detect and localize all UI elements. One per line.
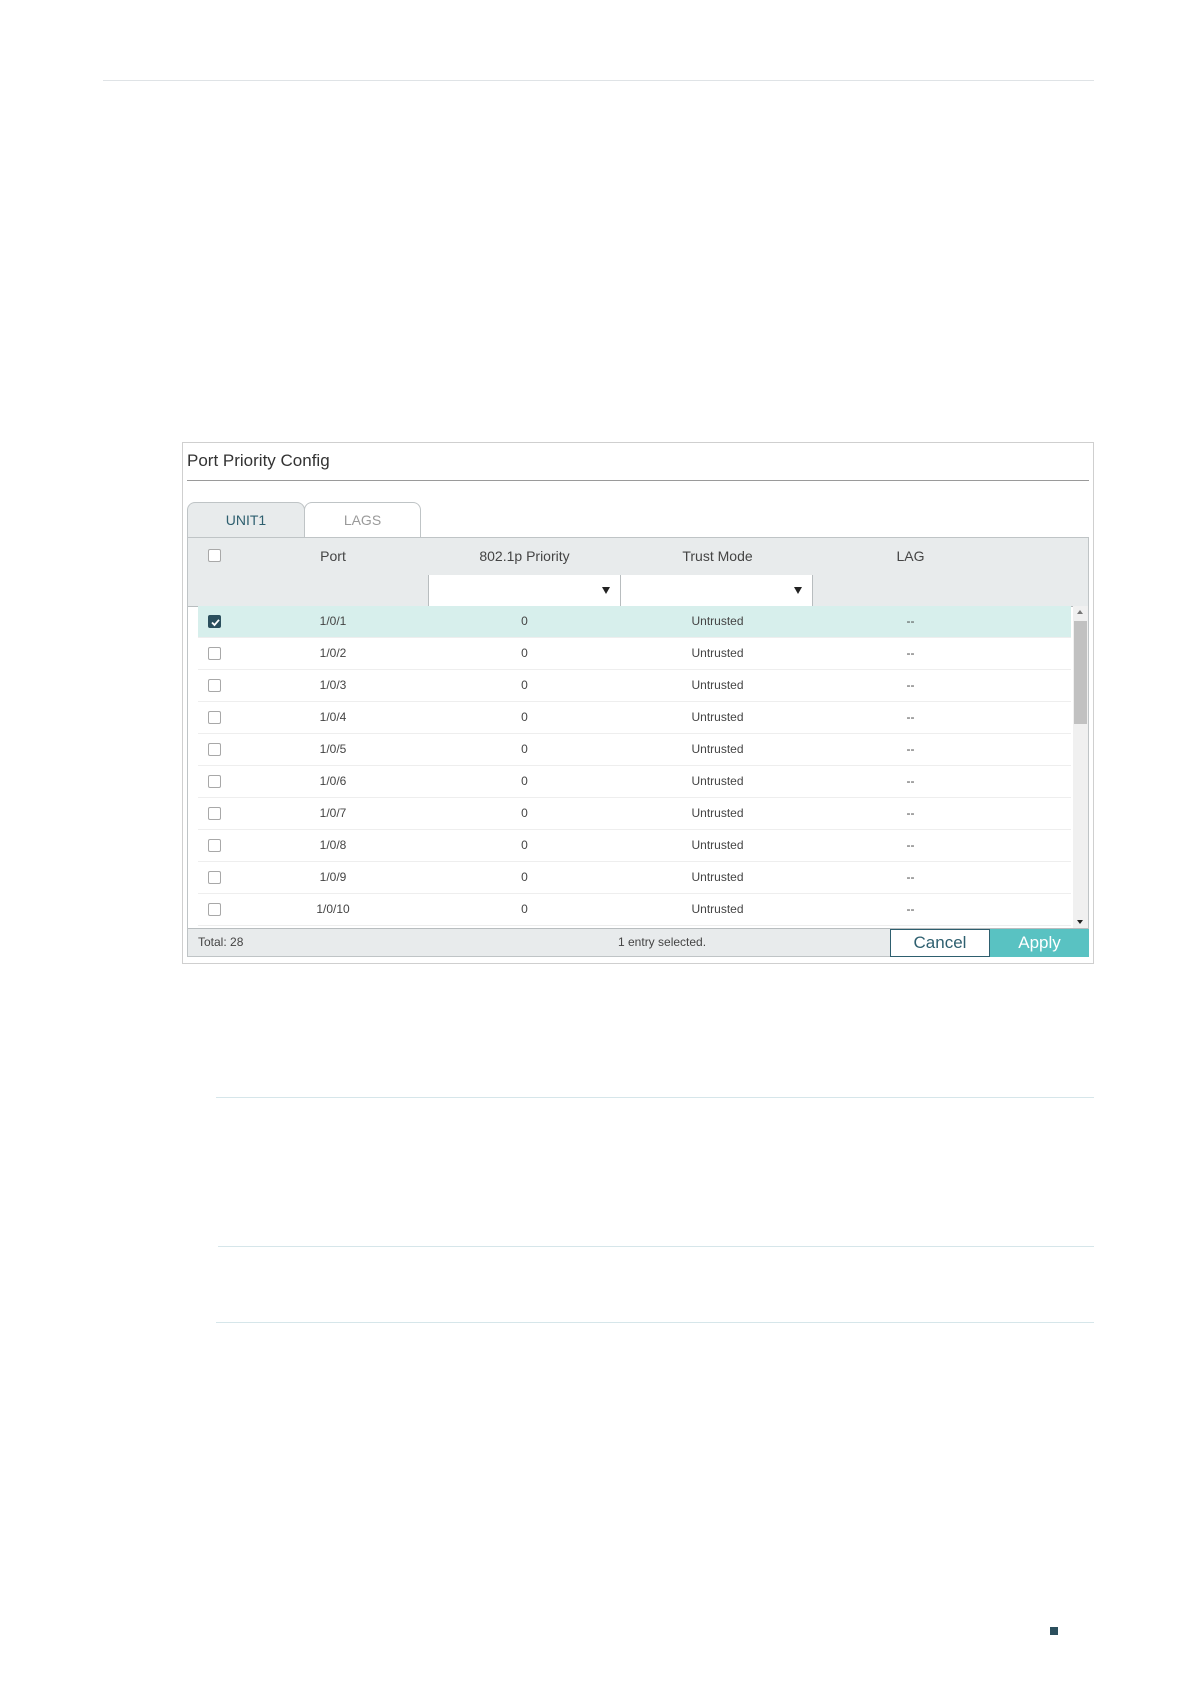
cell-priority: 0 xyxy=(521,646,528,660)
select-all-checkbox[interactable] xyxy=(208,549,221,562)
cell-trust-mode: Untrusted xyxy=(691,710,744,724)
page-header-rule xyxy=(103,80,1094,81)
row-checkbox[interactable] xyxy=(208,647,221,660)
table-row[interactable]: 1/0/7 0 Untrusted -- xyxy=(198,798,1071,830)
cell-trust-mode: Untrusted xyxy=(691,806,744,820)
row-checkbox[interactable] xyxy=(208,839,221,852)
cell-lag: -- xyxy=(906,870,915,884)
cell-trust-mode: Untrusted xyxy=(691,614,744,628)
cell-port: 1/0/5 xyxy=(319,742,347,756)
scroll-up-icon[interactable] xyxy=(1077,610,1083,614)
column-header-priority[interactable]: 802.1p Priority xyxy=(428,538,621,575)
trust-mode-select[interactable] xyxy=(620,575,813,606)
table-row[interactable]: 1/0/5 0 Untrusted -- xyxy=(198,734,1071,766)
apply-button[interactable]: Apply xyxy=(990,929,1089,957)
chevron-down-icon xyxy=(794,587,802,594)
cell-port: 1/0/3 xyxy=(319,678,347,692)
cell-trust-mode: Untrusted xyxy=(691,678,744,692)
table-row[interactable]: 1/0/10 0 Untrusted -- xyxy=(198,894,1071,926)
row-checkbox[interactable] xyxy=(208,871,221,884)
divider-line xyxy=(218,1246,1094,1247)
cell-priority: 0 xyxy=(521,774,528,788)
table-header: Port 802.1p Priority Trust Mode LAG xyxy=(188,538,1088,576)
port-table: Port 802.1p Priority Trust Mode LAG 1/0/… xyxy=(187,537,1089,957)
scroll-down-icon[interactable] xyxy=(1077,920,1083,924)
column-header-trust-mode[interactable]: Trust Mode xyxy=(621,538,814,575)
cell-lag: -- xyxy=(906,646,915,660)
cell-lag: -- xyxy=(906,710,915,724)
checkmark-icon xyxy=(211,619,220,627)
row-checkbox[interactable] xyxy=(208,615,221,628)
row-checkbox[interactable] xyxy=(208,903,221,916)
cell-trust-mode: Untrusted xyxy=(691,646,744,660)
tab-lags[interactable]: LAGS xyxy=(304,502,421,537)
cell-priority: 0 xyxy=(521,678,528,692)
tab-unit1[interactable]: UNIT1 xyxy=(187,502,305,537)
filter-row xyxy=(188,575,1088,607)
row-checkbox[interactable] xyxy=(208,743,221,756)
cell-trust-mode: Untrusted xyxy=(691,870,744,884)
cell-lag: -- xyxy=(906,614,915,628)
cell-lag: -- xyxy=(906,806,915,820)
cell-priority: 0 xyxy=(521,838,528,852)
table-row[interactable]: 1/0/3 0 Untrusted -- xyxy=(198,670,1071,702)
total-count: Total: 28 xyxy=(198,935,244,949)
column-header-lag[interactable]: LAG xyxy=(814,538,1007,575)
cell-priority: 0 xyxy=(521,710,528,724)
cell-port: 1/0/9 xyxy=(319,870,347,884)
cell-trust-mode: Untrusted xyxy=(691,902,744,916)
cell-lag: -- xyxy=(906,838,915,852)
cell-lag: -- xyxy=(906,774,915,788)
scrollbar-thumb[interactable] xyxy=(1074,621,1087,724)
table-row[interactable]: 1/0/9 0 Untrusted -- xyxy=(198,862,1071,894)
cell-lag: -- xyxy=(906,678,915,692)
cell-port: 1/0/1 xyxy=(319,614,347,628)
row-checkbox[interactable] xyxy=(208,807,221,820)
divider-line xyxy=(216,1097,1094,1098)
row-checkbox[interactable] xyxy=(208,679,221,692)
cell-port: 1/0/7 xyxy=(319,806,347,820)
cell-port: 1/0/2 xyxy=(319,646,347,660)
table-row[interactable]: 1/0/1 0 Untrusted -- xyxy=(198,606,1071,638)
cell-trust-mode: Untrusted xyxy=(691,774,744,788)
cell-lag: -- xyxy=(906,742,915,756)
table-row[interactable]: 1/0/8 0 Untrusted -- xyxy=(198,830,1071,862)
cell-priority: 0 xyxy=(521,614,528,628)
cancel-button[interactable]: Cancel xyxy=(890,929,990,957)
panel-title: Port Priority Config xyxy=(187,451,330,470)
row-checkbox[interactable] xyxy=(208,775,221,788)
cell-lag: -- xyxy=(906,902,915,916)
divider-line xyxy=(216,1322,1094,1323)
cell-priority: 0 xyxy=(521,870,528,884)
vertical-scrollbar[interactable] xyxy=(1073,606,1088,928)
cell-priority: 0 xyxy=(521,902,528,916)
title-divider xyxy=(187,480,1089,481)
cell-priority: 0 xyxy=(521,806,528,820)
table-row[interactable]: 1/0/4 0 Untrusted -- xyxy=(198,702,1071,734)
cell-port: 1/0/4 xyxy=(319,710,347,724)
cell-port: 1/0/10 xyxy=(316,902,350,916)
table-row[interactable]: 1/0/2 0 Untrusted -- xyxy=(198,638,1071,670)
table-footer: Total: 28 1 entry selected. Cancel Apply xyxy=(188,928,1089,957)
cell-priority: 0 xyxy=(521,742,528,756)
cell-trust-mode: Untrusted xyxy=(691,742,744,756)
row-checkbox[interactable] xyxy=(208,711,221,724)
table-body: 1/0/1 0 Untrusted -- 1/0/2 0 Untrusted -- 1/0/3 0… xyxy=(198,606,1071,928)
cell-port: 1/0/6 xyxy=(319,774,347,788)
port-priority-config-panel: Port Priority Config UNIT1 LAGS Port 802… xyxy=(182,442,1094,964)
cell-trust-mode: Untrusted xyxy=(691,838,744,852)
table-row[interactable]: 1/0/6 0 Untrusted -- xyxy=(198,766,1071,798)
priority-select[interactable] xyxy=(428,575,621,606)
cell-port: 1/0/8 xyxy=(319,838,347,852)
page-marker-icon xyxy=(1050,1627,1058,1635)
column-header-port[interactable]: Port xyxy=(258,538,408,575)
selection-status: 1 entry selected. xyxy=(618,935,707,949)
chevron-down-icon xyxy=(602,587,610,594)
